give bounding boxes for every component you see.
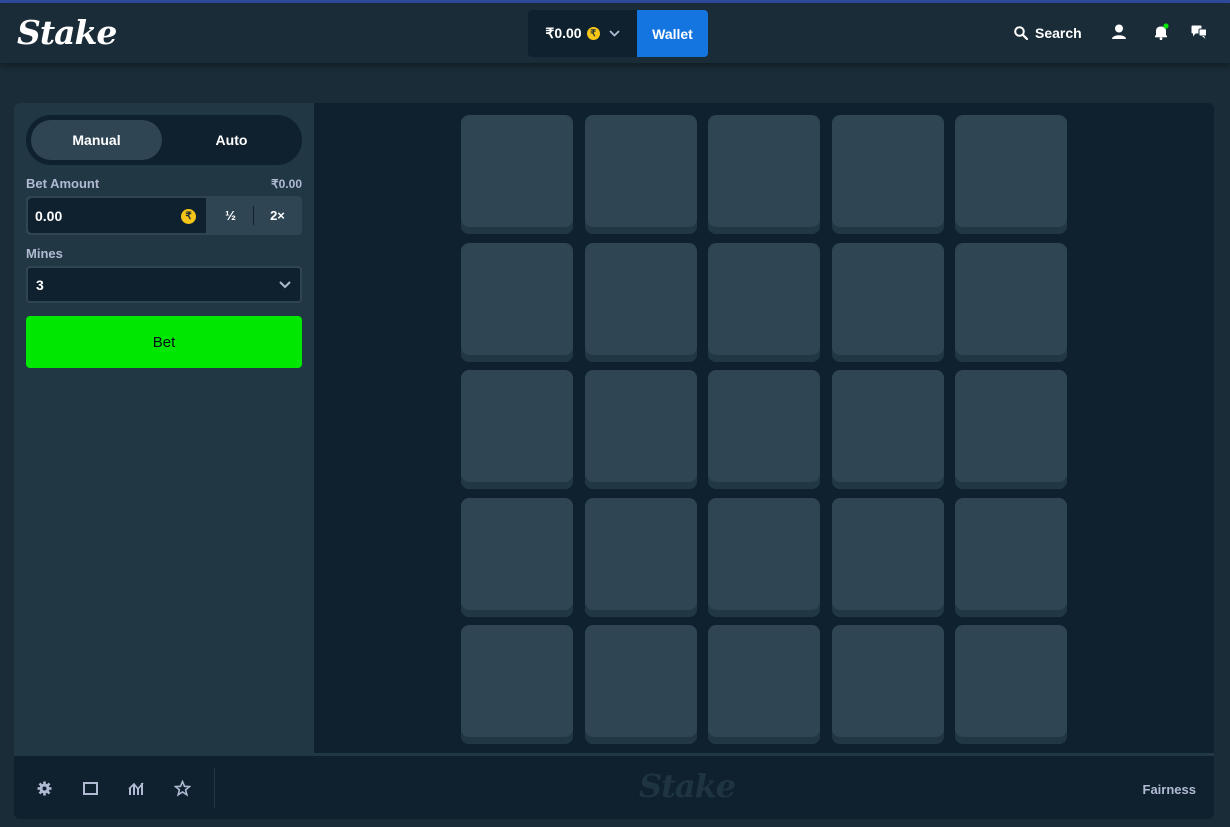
- wallet-button[interactable]: Wallet: [637, 10, 708, 57]
- mine-tile[interactable]: [955, 243, 1067, 362]
- mine-tile[interactable]: [832, 498, 944, 617]
- mine-tile[interactable]: [955, 370, 1067, 489]
- tab-auto[interactable]: Auto: [166, 120, 297, 160]
- mine-tile[interactable]: [708, 370, 820, 489]
- bet-amount-value: 0.00: [35, 207, 63, 224]
- stake-watermark-logo: Stake: [639, 767, 736, 805]
- top-header: Stake ₹0.00 ₹ Wallet Search: [0, 3, 1230, 63]
- balance-selector[interactable]: ₹0.00 ₹: [528, 10, 637, 57]
- bet-amount-group: 0.00 ₹ ½ 2×: [26, 196, 302, 235]
- bet-button[interactable]: Bet: [26, 316, 302, 368]
- mines-value: 3: [36, 276, 44, 293]
- rupee-coin-icon: ₹: [586, 27, 600, 40]
- game-footer: Stake Fairness: [14, 753, 1214, 819]
- mine-tile[interactable]: [461, 243, 573, 362]
- theatre-mode-icon[interactable]: [82, 780, 99, 797]
- user-icon[interactable]: [1110, 23, 1128, 41]
- search-button[interactable]: Search: [1014, 23, 1082, 43]
- mine-tile[interactable]: [461, 625, 573, 744]
- mine-tile[interactable]: [832, 115, 944, 234]
- mines-board: [314, 103, 1214, 753]
- bet-amount-converted: ₹0.00: [271, 177, 302, 191]
- mine-tile[interactable]: [461, 370, 573, 489]
- tab-manual[interactable]: Manual: [31, 120, 162, 160]
- search-label: Search: [1035, 25, 1082, 41]
- mode-toggle: Manual Auto: [26, 115, 302, 165]
- mine-tile[interactable]: [708, 625, 820, 744]
- mine-tile[interactable]: [585, 625, 697, 744]
- mine-tile[interactable]: [461, 498, 573, 617]
- button-divider: [253, 206, 254, 225]
- mine-tile[interactable]: [585, 243, 697, 362]
- mines-label: Mines: [26, 246, 63, 261]
- bet-amount-input[interactable]: 0.00 ₹: [28, 198, 206, 233]
- mine-tile[interactable]: [585, 370, 697, 489]
- fairness-link[interactable]: Fairness: [1143, 782, 1196, 797]
- mine-tile[interactable]: [585, 498, 697, 617]
- mine-tile[interactable]: [708, 498, 820, 617]
- notification-bell-icon[interactable]: [1152, 23, 1170, 41]
- balance-value: ₹0.00: [545, 25, 582, 41]
- rupee-coin-icon: ₹: [181, 209, 196, 224]
- mine-tile[interactable]: [708, 115, 820, 234]
- mine-tile[interactable]: [955, 498, 1067, 617]
- footer-divider: [214, 768, 215, 808]
- mine-tile[interactable]: [461, 115, 573, 234]
- chat-icon[interactable]: [1190, 23, 1208, 41]
- mines-select[interactable]: 3: [26, 266, 302, 303]
- chevron-down-icon: [279, 281, 291, 289]
- search-icon: [1014, 26, 1028, 40]
- mine-tile[interactable]: [832, 625, 944, 744]
- mine-tile[interactable]: [708, 243, 820, 362]
- mine-tile[interactable]: [585, 115, 697, 234]
- mine-tile[interactable]: [832, 370, 944, 489]
- live-stats-icon[interactable]: [128, 780, 145, 797]
- bet-amount-label: Bet Amount: [26, 176, 100, 191]
- chevron-down-icon: [608, 28, 620, 40]
- stake-logo[interactable]: Stake: [17, 13, 117, 52]
- settings-gear-icon[interactable]: [36, 780, 53, 797]
- double-bet-button[interactable]: 2×: [255, 198, 300, 233]
- bet-controls-panel: Manual Auto Bet Amount ₹0.00 0.00 ₹ ½ 2×…: [14, 103, 314, 753]
- mine-tile[interactable]: [955, 625, 1067, 744]
- half-bet-button[interactable]: ½: [208, 198, 253, 233]
- mine-tile[interactable]: [955, 115, 1067, 234]
- favourite-star-icon[interactable]: [174, 780, 191, 797]
- mine-tile[interactable]: [832, 243, 944, 362]
